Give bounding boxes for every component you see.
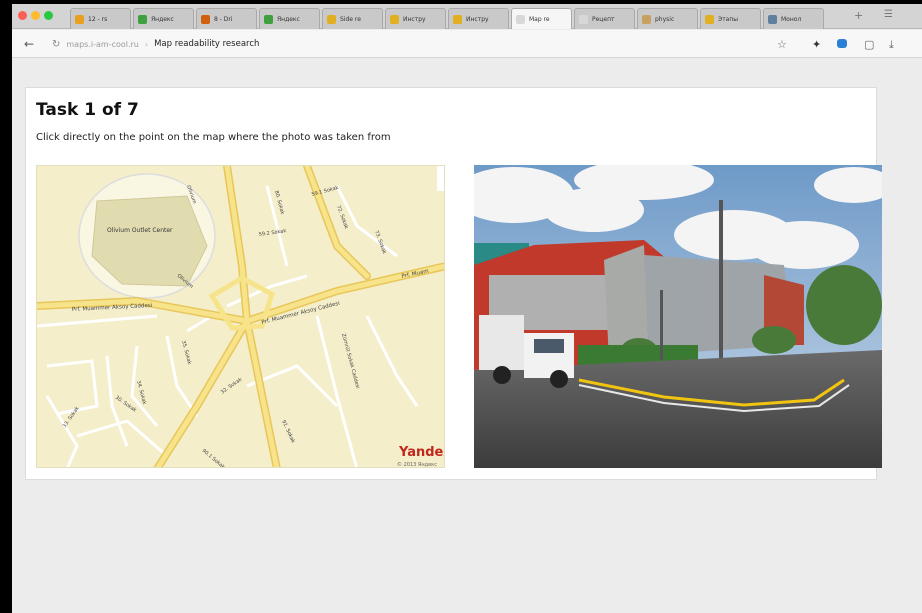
browser-tab[interactable]: Инстру xyxy=(385,8,446,29)
tab-favicon-icon xyxy=(579,14,588,24)
browser-tab[interactable]: physic xyxy=(637,8,698,29)
browser-tab[interactable]: 12 - rs xyxy=(70,8,131,29)
tab-label: Инстру xyxy=(466,15,489,23)
olivium-building xyxy=(91,195,208,287)
address-bar[interactable]: ↻ maps.i-am-cool.ru › Map readability re… xyxy=(46,34,806,54)
street-photo-image xyxy=(474,165,882,468)
url-page-title: Map readability research xyxy=(154,39,260,49)
task-card: Task 1 of 7 Click directly on the point … xyxy=(25,87,882,480)
tab-label: 12 - rs xyxy=(88,15,108,23)
tab-label: physic xyxy=(655,15,675,23)
extension-icon[interactable]: ✦ xyxy=(812,38,821,51)
place-label: Olivium Outlet Center xyxy=(107,227,173,234)
tab-label: Яндекс xyxy=(151,15,174,23)
tab-favicon-icon xyxy=(453,14,462,24)
tab-favicon-icon xyxy=(390,14,399,24)
minimize-window-button[interactable] xyxy=(31,11,40,20)
tab-label: Map re xyxy=(529,15,550,23)
tab-favicon-icon xyxy=(75,14,84,24)
extension-square-icon[interactable]: ▢ xyxy=(864,38,874,51)
truck-wheel xyxy=(493,366,511,384)
tab-favicon-icon xyxy=(516,14,525,24)
tab-label: Инстру xyxy=(403,15,426,23)
extension-blue-icon[interactable] xyxy=(837,39,847,48)
tab-favicon-icon xyxy=(768,14,777,24)
tab-label: Side re xyxy=(340,15,361,23)
tab-favicon-icon xyxy=(327,14,336,24)
task-instruction: Click directly on the point on the map w… xyxy=(36,132,391,143)
task-title: Task 1 of 7 xyxy=(36,100,139,120)
small-lamp xyxy=(660,290,663,360)
url-separator: › xyxy=(144,39,149,49)
bookmark-star-icon[interactable]: ☆ xyxy=(777,38,787,51)
tab-bar: 12 - rs Яндекс 8 - Dri Яндекс Side re Инстру И… xyxy=(12,4,922,29)
tab-favicon-icon xyxy=(138,14,147,24)
tab-strip: 12 - rs Яндекс 8 - Dri Яндекс Side re Инстру И… xyxy=(70,8,824,29)
tab-favicon-icon xyxy=(705,14,714,24)
zoom-window-button[interactable] xyxy=(44,11,53,20)
toolbar: ← ↻ maps.i-am-cool.ru › Map readability … xyxy=(12,30,922,58)
street-lamp xyxy=(719,200,723,370)
truck-wheel xyxy=(550,370,568,388)
browser-tab[interactable]: Этапы xyxy=(700,8,761,29)
browser-tab[interactable]: 8 - Dri xyxy=(196,8,257,29)
tab-label: Рецепт xyxy=(592,15,615,23)
new-tab-icon[interactable]: + xyxy=(854,9,863,22)
tab-label: Этапы xyxy=(718,15,739,23)
browser-tab[interactable]: Map re xyxy=(511,8,572,29)
tab-label: Яндекс xyxy=(277,15,300,23)
yandex-logo: Yandex xyxy=(398,445,445,460)
map-corner xyxy=(437,166,444,191)
url-host: maps.i-am-cool.ru xyxy=(66,39,139,49)
reload-icon[interactable]: ↻ xyxy=(52,39,60,50)
map-view[interactable]: Olivium Outlet Center Olivium Olivium Pr… xyxy=(36,165,445,468)
tab-favicon-icon xyxy=(642,14,651,24)
browser-tab[interactable]: Яндекс xyxy=(133,8,194,29)
browser-tab[interactable]: Монол xyxy=(763,8,824,29)
browser-tab[interactable]: Side re xyxy=(322,8,383,29)
browser-tab[interactable]: Рецепт xyxy=(574,8,635,29)
tab-favicon-icon xyxy=(201,14,210,24)
download-icon[interactable]: ⤓ xyxy=(889,38,894,52)
street-photo xyxy=(474,165,882,468)
truck-window xyxy=(534,339,564,353)
tab-label: Монол xyxy=(781,15,802,23)
tab-favicon-icon xyxy=(264,14,273,24)
back-icon[interactable]: ← xyxy=(24,37,34,51)
tab-overflow-icon[interactable]: ☰ xyxy=(884,9,893,20)
browser-tab[interactable]: Инстру xyxy=(448,8,509,29)
map-copyright: © 2013 Яндекс xyxy=(397,461,437,468)
close-window-button[interactable] xyxy=(18,11,27,20)
browser-window: 12 - rs Яндекс 8 - Dri Яндекс Side re Инстру И… xyxy=(12,4,922,613)
truck-box xyxy=(479,315,524,370)
browser-tab[interactable]: Яндекс xyxy=(259,8,320,29)
map-graphic[interactable]: Olivium Outlet Center Olivium Olivium Pr… xyxy=(37,166,445,468)
tab-label: 8 - Dri xyxy=(214,15,233,23)
